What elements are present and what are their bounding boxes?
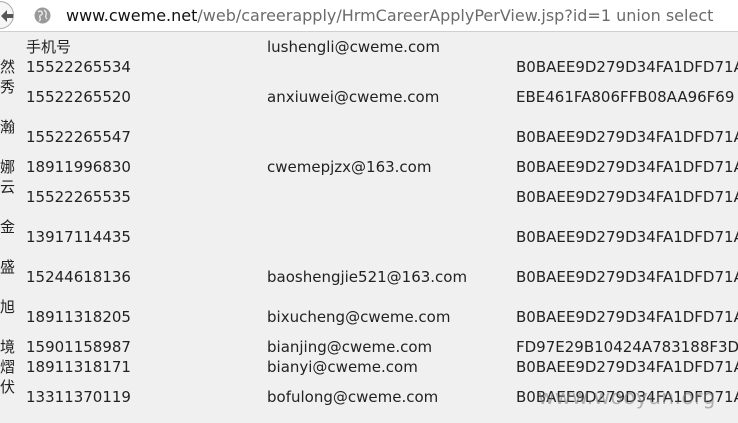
phone-cell: 15522265547 — [26, 128, 131, 146]
phone-header: 手机号 — [26, 38, 72, 56]
hash-cell: B0BAEE9D279D34FA1DFD71A — [516, 128, 738, 146]
hash-cell: B0BAEE9D279D34FA1DFD71A — [516, 358, 738, 376]
hash-cell: B0BAEE9D279D34FA1DFD71A — [516, 188, 738, 206]
hash-cell: B0BAEE9D279D34FA1DFD71A — [516, 268, 738, 286]
url-field[interactable]: www.cweme.net/web/careerapply/HrmCareerA… — [66, 5, 713, 27]
hash-cell: B0BAEE9D279D34FA1DFD71A — [516, 228, 738, 246]
truncated-name-column: 然 秀 瀚 娜 云 金 盛 旭 境 熠 伏 — [0, 0, 22, 423]
side-char: 金 — [0, 218, 16, 236]
address-bar: www.cweme.net/web/careerapply/HrmCareerA… — [0, 0, 738, 32]
hash-cell: B0BAEE9D279D34FA1DFD71A — [516, 158, 738, 176]
email-cell: bofulong@cweme.com — [267, 388, 439, 406]
email-cell: baoshengjie521@163.com — [267, 268, 468, 286]
side-char: 秀 — [0, 78, 16, 96]
phone-cell: 15522265535 — [26, 188, 131, 206]
url-path: /web/careerapply/HrmCareerApplyPerView.j… — [197, 6, 714, 25]
email-cell: anxiuwei@cweme.com — [267, 88, 440, 106]
hash-cell: B0BAEE9D279D34FA1DFD71A — [516, 308, 738, 326]
email-cell: bianyi@cweme.com — [267, 358, 418, 376]
phone-cell: 15522265520 — [26, 88, 131, 106]
phone-cell: 13311370119 — [26, 388, 131, 406]
side-char: 熠 — [0, 358, 16, 376]
email-cell: bixucheng@cweme.com — [267, 308, 451, 326]
phone-cell: 18911318205 — [26, 308, 131, 326]
side-char: 伏 — [0, 378, 16, 396]
hash-cell: B0BAEE9D279D34FA1DFD71A — [516, 58, 738, 76]
side-char: 娜 — [0, 158, 16, 176]
phone-cell: 15901158987 — [26, 338, 131, 356]
hash-cell: EBE461FA806FFB08AA96F69 — [516, 88, 735, 106]
phone-cell: 15244618136 — [26, 268, 131, 286]
globe-icon — [34, 7, 51, 24]
side-char: 盛 — [0, 258, 16, 276]
phone-cell: 15522265534 — [26, 58, 131, 76]
side-char: 瀚 — [0, 118, 16, 136]
email-cell: lushengli@cweme.com — [267, 38, 440, 56]
url-host: www.cweme.net — [66, 6, 198, 25]
side-char: 境 — [0, 338, 16, 356]
side-char: 云 — [0, 178, 16, 196]
phone-cell: 18911318171 — [26, 358, 131, 376]
email-cell: bianjing@cweme.com — [267, 338, 433, 356]
phone-cell: 18911996830 — [26, 158, 131, 176]
email-cell: cwemepjzx@163.com — [267, 158, 432, 176]
phone-cell: 13917114435 — [26, 228, 131, 246]
hash-cell: FD97E29B10424A783188F3D — [516, 338, 738, 356]
side-char: 然 — [0, 58, 16, 76]
side-char: 旭 — [0, 298, 16, 316]
watermark: www.wooyun.org — [538, 385, 716, 409]
